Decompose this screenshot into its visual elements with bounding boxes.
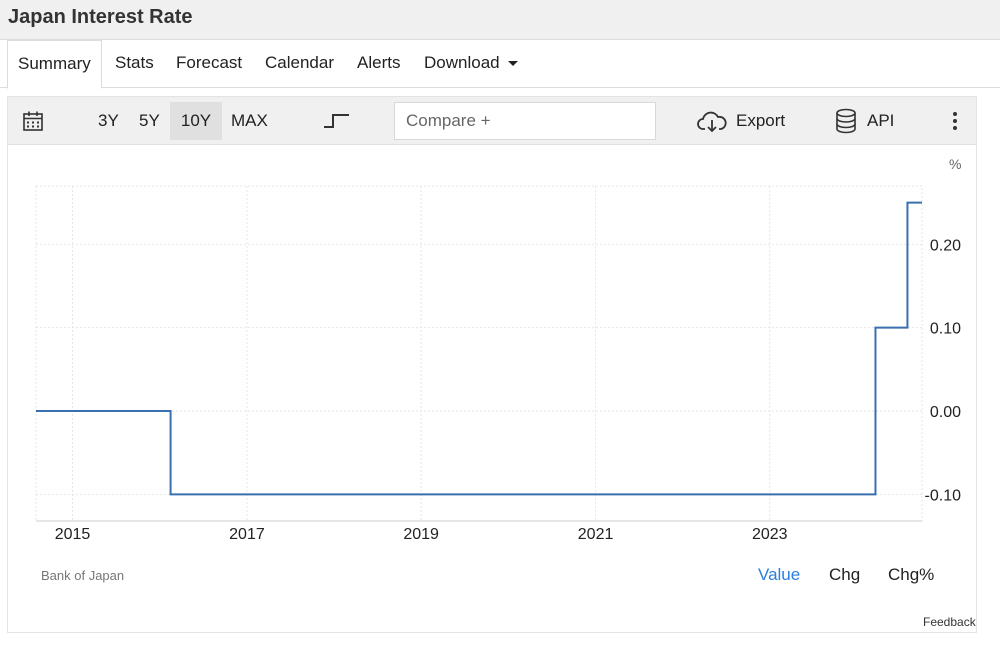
interest-rate-chart: % 2015 2017 2019 2021 2023 0.20 0.10 0.00 -0.10 <box>35 156 962 543</box>
chg-mode-button[interactable]: Chg <box>829 565 860 585</box>
y-tick-label: 0.00 <box>930 404 961 421</box>
x-tick-label: 2023 <box>752 526 788 543</box>
source-label: Bank of Japan <box>41 568 125 583</box>
chart-gridlines <box>35 185 923 522</box>
feedback-link[interactable]: Feedback <box>923 615 976 629</box>
plot-area-border <box>35 185 923 522</box>
y-tick-label: -0.10 <box>925 487 962 504</box>
x-tick-label: 2015 <box>55 526 91 543</box>
value-mode-button[interactable]: Value <box>758 565 800 585</box>
x-tick-label: 2021 <box>578 526 614 543</box>
x-tick-label: 2019 <box>403 526 439 543</box>
y-tick-label: 0.10 <box>930 321 961 338</box>
y-tick-label: 0.20 <box>930 237 961 254</box>
x-tick-label: 2017 <box>229 526 265 543</box>
series-step-line <box>36 201 922 496</box>
chart-series <box>36 201 922 496</box>
chg-percent-mode-button[interactable]: Chg% <box>888 565 934 585</box>
unit-label: % <box>949 156 961 172</box>
chart-labels: % 2015 2017 2019 2021 2023 0.20 0.10 0.00 -0.10 <box>55 156 962 543</box>
